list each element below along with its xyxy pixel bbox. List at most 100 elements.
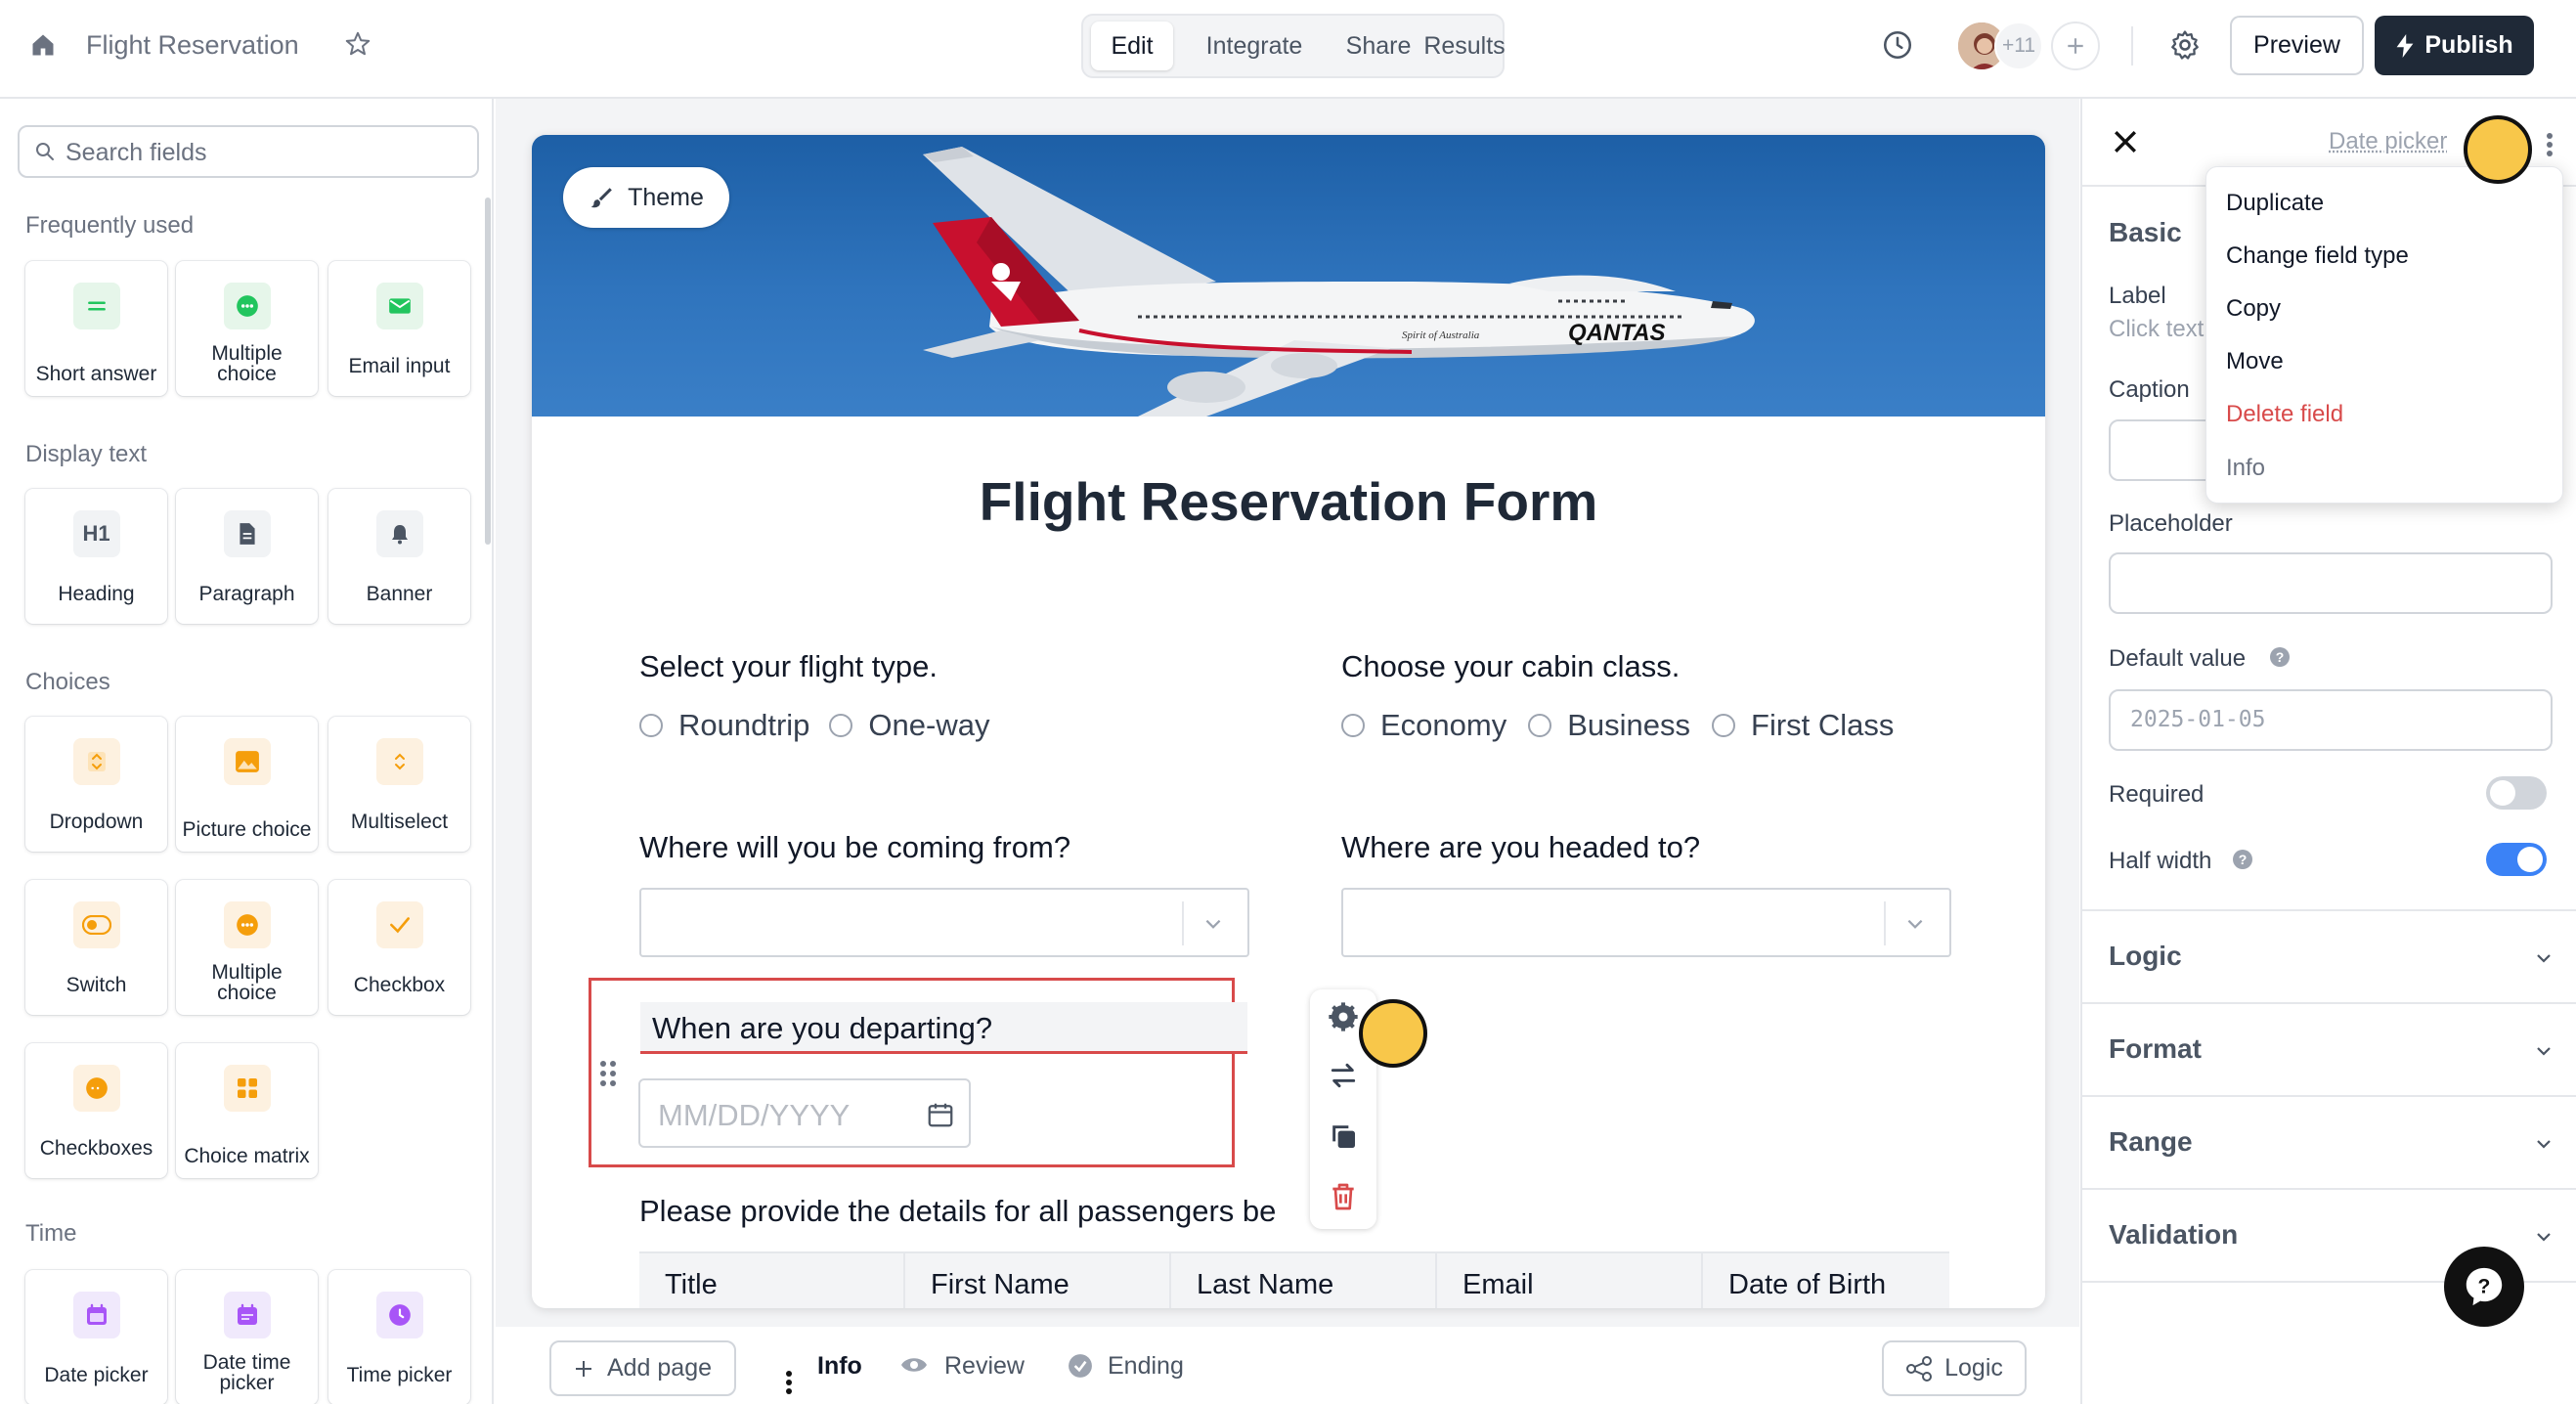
question-cabin-class[interactable]: Choose your cabin class.	[1341, 649, 1680, 684]
more-vertical-icon[interactable]	[785, 1370, 793, 1395]
field-heading[interactable]: H1 Heading	[25, 489, 167, 624]
field-date-time-picker[interactable]: Date time picker	[176, 1270, 318, 1404]
tab-integrate[interactable]: Integrate	[1181, 22, 1328, 70]
radio-business[interactable]	[1528, 714, 1552, 737]
drag-handle-icon[interactable]	[598, 1059, 618, 1088]
field-checkboxes[interactable]: Checkboxes	[25, 1043, 167, 1178]
help-icon[interactable]: ?	[2231, 848, 2254, 871]
theme-button[interactable]: Theme	[563, 167, 729, 228]
sidebar-scrollbar[interactable]	[485, 197, 491, 545]
field-picture-choice[interactable]: Picture choice	[176, 717, 318, 852]
collaborators-count[interactable]: +11	[1994, 22, 2043, 70]
form-title[interactable]: Flight Reservation Form	[532, 470, 2045, 533]
option-label[interactable]: One-way	[868, 708, 989, 743]
field-type-label[interactable]: Date picker	[2329, 128, 2447, 155]
question-flight-type[interactable]: Select your flight type.	[639, 649, 938, 684]
share-nodes-icon	[1906, 1355, 1933, 1382]
section-range[interactable]: Range	[2082, 1097, 2576, 1190]
question-origin[interactable]: Where will you be coming from?	[639, 830, 1070, 865]
preview-button[interactable]: Preview	[2230, 16, 2364, 75]
half-width-toggle[interactable]	[2486, 843, 2547, 876]
field-paragraph[interactable]: Paragraph	[176, 489, 318, 624]
table-header-date-of-birth: Date of Birth	[1701, 1253, 1949, 1308]
section-format[interactable]: Format	[2082, 1004, 2576, 1097]
help-chat-button[interactable]: ?	[2444, 1247, 2524, 1327]
radio-economy[interactable]	[1341, 714, 1365, 737]
trash-icon[interactable]	[1328, 1181, 1359, 1212]
select-divider	[1182, 901, 1184, 945]
menu-change-field-type[interactable]: Change field type	[2206, 230, 2564, 283]
checkboxes-icon	[72, 1065, 120, 1112]
heading-icon: H1	[72, 510, 120, 557]
selected-date-field[interactable]: When are you departing? MM/DD/YYYY	[589, 978, 1247, 1167]
question-destination[interactable]: Where are you headed to?	[1341, 830, 1700, 865]
multiple-choice-icon	[223, 283, 271, 329]
placeholder-input[interactable]	[2109, 552, 2553, 614]
menu-copy[interactable]: Copy	[2206, 283, 2564, 335]
help-icon[interactable]: ?	[2268, 645, 2292, 669]
field-banner[interactable]: Banner	[328, 489, 470, 624]
field-settings-gear-icon[interactable]	[1328, 1001, 1359, 1032]
field-date-picker[interactable]: Date picker	[25, 1270, 167, 1404]
home-icon[interactable]	[29, 31, 57, 59]
star-icon[interactable]	[343, 29, 372, 59]
field-time-picker[interactable]: Time picker	[328, 1270, 470, 1404]
page-tab-review[interactable]: Review	[944, 1352, 1025, 1381]
radio-roundtrip[interactable]	[639, 714, 663, 737]
publish-button[interactable]: Publish	[2375, 16, 2534, 75]
field-choice-matrix[interactable]: Choice matrix	[176, 1043, 318, 1178]
option-label[interactable]: Economy	[1380, 708, 1506, 743]
destination-select[interactable]	[1341, 888, 1951, 957]
field-multiselect[interactable]: Multiselect	[328, 717, 470, 852]
history-icon[interactable]	[1881, 28, 1914, 62]
radio-one-way[interactable]	[829, 714, 853, 737]
field-checkbox[interactable]: Checkbox	[328, 880, 470, 1015]
departure-label-editor[interactable]: When are you departing?	[640, 1002, 1247, 1054]
picture-icon	[223, 738, 271, 785]
logic-button[interactable]: Logic	[1882, 1340, 2027, 1396]
more-vertical-icon[interactable]	[2546, 132, 2554, 157]
chevron-down-icon	[2537, 1233, 2551, 1242]
field-multiple-choice[interactable]: Multiple choice	[176, 261, 318, 396]
field-context-menu: Duplicate Change field type Copy Move De…	[2205, 166, 2563, 504]
option-label[interactable]: First Class	[1751, 708, 1894, 743]
menu-delete-field[interactable]: Delete field	[2206, 388, 2564, 441]
departure-date-input[interactable]: MM/DD/YYYY	[638, 1078, 971, 1148]
page-tab-info[interactable]: Info	[817, 1352, 862, 1381]
origin-select[interactable]	[639, 888, 1249, 957]
page-tab-ending[interactable]: Ending	[1108, 1352, 1184, 1381]
menu-duplicate[interactable]: Duplicate	[2206, 177, 2564, 230]
tab-share[interactable]: Share	[1330, 22, 1427, 70]
radio-first-class[interactable]	[1712, 714, 1736, 737]
multiselect-icon	[375, 738, 423, 785]
settings-gear-icon[interactable]	[2168, 28, 2202, 62]
close-icon[interactable]	[2112, 128, 2139, 155]
required-toggle[interactable]	[2486, 776, 2547, 810]
svg-text:?: ?	[2276, 649, 2285, 665]
option-label[interactable]: Roundtrip	[678, 708, 809, 743]
question-departure[interactable]: When are you departing?	[652, 1011, 992, 1046]
menu-info[interactable]: Info	[2206, 442, 2564, 495]
option-label[interactable]: Business	[1567, 708, 1690, 743]
field-multiple-choice-2[interactable]: Multiple choice	[176, 880, 318, 1015]
field-switch[interactable]: Switch	[25, 880, 167, 1015]
field-dropdown[interactable]: Dropdown	[25, 717, 167, 852]
paintbrush-icon	[590, 188, 612, 208]
default-value-text: 2025-01-05	[2130, 707, 2266, 732]
field-short-answer[interactable]: Short answer	[25, 261, 167, 396]
calendar-icon[interactable]	[926, 1100, 955, 1129]
form-name[interactable]: Flight Reservation	[86, 30, 299, 61]
copy-icon[interactable]	[1328, 1120, 1359, 1152]
section-logic[interactable]: Logic	[2082, 911, 2576, 1004]
swap-arrows-icon[interactable]	[1328, 1060, 1359, 1091]
add-page-button[interactable]: Add page	[549, 1340, 736, 1396]
default-value-input[interactable]: 2025-01-05	[2109, 689, 2553, 751]
add-collaborator-button[interactable]	[2051, 22, 2100, 70]
search-fields-input[interactable]: Search fields	[18, 125, 479, 178]
field-email-input[interactable]: Email input	[328, 261, 470, 396]
menu-move[interactable]: Move	[2206, 335, 2564, 388]
field-library-sidebar: Search fields Frequently used Short answ…	[0, 99, 494, 1404]
tab-results[interactable]: Results	[1423, 22, 1505, 70]
question-passengers[interactable]: Please provide the details for all passe…	[639, 1194, 1276, 1229]
tab-edit[interactable]: Edit	[1091, 22, 1173, 70]
